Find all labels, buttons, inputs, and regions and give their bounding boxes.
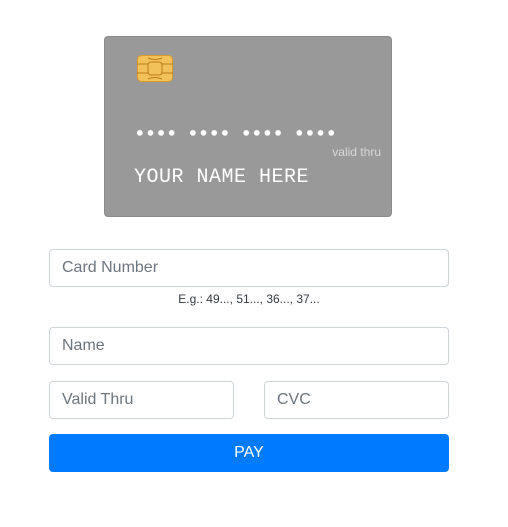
card-number-hint: E.g.: 49..., 51..., 36..., 37... — [178, 292, 320, 306]
pay-button[interactable]: PAY — [49, 434, 449, 472]
name-input[interactable] — [49, 327, 449, 365]
card-chip-icon — [137, 55, 173, 82]
cvc-input[interactable] — [264, 381, 449, 419]
cardholder-name-display: YOUR NAME HERE — [134, 166, 310, 189]
card-number-input[interactable] — [49, 249, 449, 287]
credit-card-preview: •••• •••• •••• •••• valid thru YOUR NAME… — [104, 36, 392, 217]
valid-thru-label: valid thru — [332, 145, 381, 159]
valid-thru-input[interactable] — [49, 381, 234, 419]
card-number-display: •••• •••• •••• •••• — [135, 124, 338, 143]
